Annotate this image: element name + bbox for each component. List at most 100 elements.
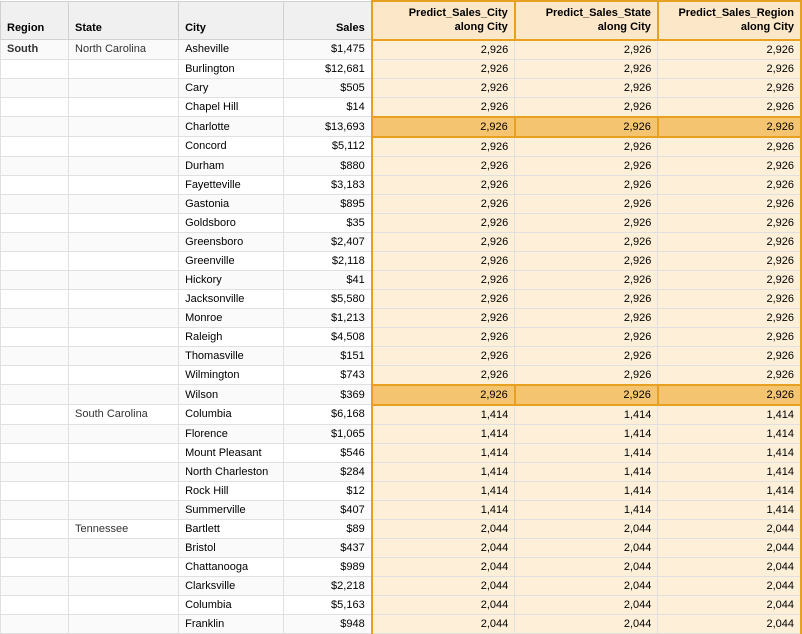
cell-pred-city: 2,044 — [372, 595, 515, 614]
cell-city: Bristol — [179, 538, 284, 557]
cell-city: Charlotte — [179, 117, 284, 137]
cell-pred-region: 2,044 — [658, 614, 801, 633]
cell-sales: $1,475 — [284, 40, 372, 60]
cell-pred-city: 2,926 — [372, 308, 515, 327]
cell-sales: $41 — [284, 270, 372, 289]
cell-city: Concord — [179, 137, 284, 157]
cell-pred-city: 2,926 — [372, 78, 515, 97]
cell-pred-state: 2,044 — [515, 614, 658, 633]
cell-pred-state: 2,926 — [515, 194, 658, 213]
cell-pred-region: 1,414 — [658, 405, 801, 425]
cell-pred-city: 1,414 — [372, 500, 515, 519]
cell-city: North Charleston — [179, 462, 284, 481]
cell-pred-city: 2,926 — [372, 117, 515, 137]
cell-pred-region: 2,926 — [658, 40, 801, 60]
cell-pred-region: 2,926 — [658, 78, 801, 97]
cell-pred-state: 2,926 — [515, 365, 658, 385]
cell-pred-state: 1,414 — [515, 405, 658, 425]
col-header-state: State — [69, 1, 179, 40]
cell-pred-city: 2,926 — [372, 156, 515, 175]
cell-state — [69, 175, 179, 194]
cell-pred-state: 1,414 — [515, 462, 658, 481]
cell-region — [1, 289, 69, 308]
cell-pred-state: 1,414 — [515, 443, 658, 462]
cell-city: Gastonia — [179, 194, 284, 213]
cell-region — [1, 385, 69, 405]
col-header-city: City — [179, 1, 284, 40]
cell-state — [69, 137, 179, 157]
cell-city: Monroe — [179, 308, 284, 327]
cell-region — [1, 500, 69, 519]
cell-pred-city: 1,414 — [372, 481, 515, 500]
cell-region — [1, 538, 69, 557]
cell-pred-state: 2,044 — [515, 538, 658, 557]
cell-pred-region: 2,926 — [658, 213, 801, 232]
cell-pred-state: 2,926 — [515, 40, 658, 60]
cell-state — [69, 327, 179, 346]
cell-sales: $4,508 — [284, 327, 372, 346]
cell-city: Hickory — [179, 270, 284, 289]
cell-pred-city: 2,926 — [372, 251, 515, 270]
cell-pred-state: 1,414 — [515, 424, 658, 443]
cell-city: Greensboro — [179, 232, 284, 251]
cell-sales: $2,218 — [284, 576, 372, 595]
cell-pred-city: 1,414 — [372, 443, 515, 462]
cell-state — [69, 424, 179, 443]
cell-region — [1, 213, 69, 232]
cell-city: Mount Pleasant — [179, 443, 284, 462]
cell-region: South — [1, 40, 69, 60]
cell-sales: $35 — [284, 213, 372, 232]
cell-sales: $14 — [284, 97, 372, 117]
cell-region — [1, 595, 69, 614]
col-header-pred-city: Predict_Sales_Cityalong City — [372, 1, 515, 40]
cell-pred-state: 2,044 — [515, 557, 658, 576]
cell-state: Tennessee — [69, 519, 179, 538]
cell-pred-city: 2,926 — [372, 40, 515, 60]
cell-state — [69, 385, 179, 405]
cell-sales: $743 — [284, 365, 372, 385]
cell-sales: $1,213 — [284, 308, 372, 327]
cell-pred-state: 2,926 — [515, 270, 658, 289]
col-header-pred-region: Predict_Sales_Regionalong City — [658, 1, 801, 40]
cell-region — [1, 405, 69, 425]
cell-state — [69, 443, 179, 462]
cell-pred-state: 2,926 — [515, 156, 658, 175]
cell-city: Greenville — [179, 251, 284, 270]
cell-pred-region: 2,926 — [658, 327, 801, 346]
cell-pred-region: 2,044 — [658, 519, 801, 538]
cell-pred-city: 2,926 — [372, 213, 515, 232]
cell-city: Durham — [179, 156, 284, 175]
cell-pred-city: 2,926 — [372, 97, 515, 117]
cell-pred-region: 2,926 — [658, 308, 801, 327]
cell-pred-region: 1,414 — [658, 443, 801, 462]
cell-city: Cary — [179, 78, 284, 97]
cell-city: Wilmington — [179, 365, 284, 385]
cell-region — [1, 576, 69, 595]
col-header-pred-state: Predict_Sales_Statealong City — [515, 1, 658, 40]
cell-region — [1, 194, 69, 213]
cell-pred-city: 2,926 — [372, 175, 515, 194]
cell-sales: $407 — [284, 500, 372, 519]
cell-city: Summerville — [179, 500, 284, 519]
cell-pred-city: 1,414 — [372, 405, 515, 425]
cell-sales: $13,693 — [284, 117, 372, 137]
col-header-region: Region — [1, 1, 69, 40]
cell-pred-state: 2,926 — [515, 385, 658, 405]
cell-sales: $284 — [284, 462, 372, 481]
cell-city: Chattanooga — [179, 557, 284, 576]
cell-city: Asheville — [179, 40, 284, 60]
cell-state — [69, 213, 179, 232]
cell-city: Fayetteville — [179, 175, 284, 194]
cell-pred-city: 2,926 — [372, 270, 515, 289]
cell-pred-region: 2,044 — [658, 595, 801, 614]
cell-state — [69, 481, 179, 500]
cell-pred-region: 2,926 — [658, 194, 801, 213]
cell-pred-state: 2,044 — [515, 595, 658, 614]
cell-pred-state: 2,926 — [515, 175, 658, 194]
cell-region — [1, 137, 69, 157]
cell-state — [69, 117, 179, 137]
cell-state — [69, 614, 179, 633]
cell-state — [69, 500, 179, 519]
cell-region — [1, 346, 69, 365]
cell-pred-region: 2,926 — [658, 270, 801, 289]
